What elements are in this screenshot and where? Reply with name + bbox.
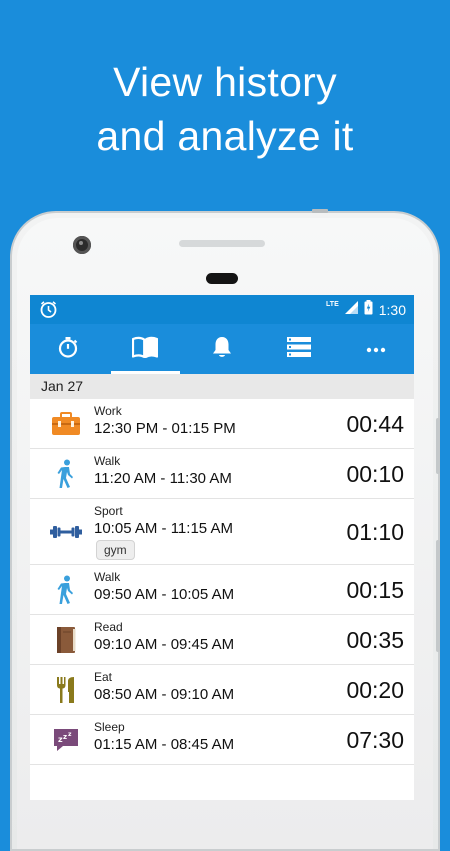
walk-icon: [50, 459, 82, 488]
entry-duration: 00:44: [346, 411, 404, 437]
entry-duration: 01:10: [346, 519, 404, 545]
date-header: Jan 27: [30, 374, 414, 399]
svg-text:z: z: [68, 731, 72, 738]
sleep-icon: z z z: [50, 726, 82, 754]
entry-activity: Work: [94, 404, 122, 418]
stopwatch-icon: [56, 335, 80, 364]
history-entry[interactable]: Work 12:30 PM - 01:15 PM 00:44: [30, 399, 414, 449]
tab-activities[interactable]: [260, 324, 337, 374]
tab-bar: [30, 324, 414, 374]
battery-icon: [364, 299, 373, 320]
signal-icon: [344, 300, 358, 319]
headline: View history and analyze it: [0, 55, 450, 163]
tab-more[interactable]: [337, 324, 414, 374]
headline-line-1: View history: [113, 59, 337, 105]
dumbbell-icon: [50, 518, 82, 546]
front-camera: [73, 236, 91, 254]
toolbox-icon: [50, 410, 82, 438]
entry-time-range: 09:50 AM - 10:05 AM: [94, 586, 235, 603]
entry-duration: 00:20: [346, 677, 404, 703]
history-entry[interactable]: Walk 09:50 AM - 10:05 AM 00:15: [30, 565, 414, 615]
phone-side-button: [436, 418, 440, 474]
book-read-icon: [50, 626, 82, 654]
entry-tag[interactable]: gym: [96, 540, 135, 560]
headline-line-2: and analyze it: [96, 113, 354, 159]
history-entry[interactable]: Sport 10:05 AM - 11:15 AM gym 01:10: [30, 499, 414, 565]
entry-activity: Read: [94, 620, 123, 634]
tab-reminders[interactable]: [184, 324, 261, 374]
bell-icon: [211, 335, 233, 364]
app-screen: LTE 1:30 Jan 27 Work 12:30 PM - 01:15 PM…: [30, 295, 414, 800]
entry-time-range: 11:20 AM - 11:30 AM: [94, 470, 232, 487]
phone-top-edge: [312, 209, 328, 213]
entry-duration: 07:30: [346, 727, 404, 753]
earpiece: [206, 273, 238, 284]
entry-activity: Sport: [94, 504, 123, 518]
network-type: LTE: [326, 301, 339, 308]
entry-activity: Eat: [94, 670, 113, 684]
list-icon: [286, 336, 311, 362]
history-entry[interactable]: Read 09:10 AM - 09:45 AM 00:35: [30, 615, 414, 665]
clock-time: 1:30: [378, 301, 406, 318]
history-entry[interactable]: Walk 11:20 AM - 11:30 AM 00:10: [30, 449, 414, 499]
speaker-grill: [179, 240, 265, 247]
entry-activity: Sleep: [94, 720, 125, 734]
alarm-clock-icon: [39, 300, 58, 324]
walk-icon: [50, 575, 82, 604]
history-entry[interactable]: Eat 08:50 AM - 09:10 AM 00:20: [30, 665, 414, 715]
more-icon: [366, 340, 386, 358]
utensils-icon: [50, 676, 82, 704]
entry-time-range: 08:50 AM - 09:10 AM: [94, 686, 235, 703]
entry-time-range: 09:10 AM - 09:45 AM: [94, 636, 235, 653]
history-entry[interactable]: z z z Sleep 01:15 AM - 08:45 AM 07:30: [30, 715, 414, 765]
status-bar: LTE 1:30: [30, 295, 414, 324]
entry-activity: Walk: [94, 570, 121, 584]
entry-duration: 00:35: [346, 627, 404, 653]
entry-time-range: 12:30 PM - 01:15 PM: [94, 420, 236, 437]
tab-timer[interactable]: [30, 324, 107, 374]
book-icon: [132, 336, 159, 363]
history-list: Work 12:30 PM - 01:15 PM 00:44 Walk 11:2…: [30, 399, 414, 765]
entry-time-range: 10:05 AM - 11:15 AM: [94, 520, 233, 537]
entry-time-range: 01:15 AM - 08:45 AM: [94, 736, 235, 753]
entry-duration: 00:10: [346, 461, 404, 487]
entry-activity: Walk: [94, 454, 121, 468]
svg-text:z: z: [63, 733, 67, 741]
entry-duration: 00:15: [346, 577, 404, 603]
phone-side-button: [436, 540, 440, 652]
tab-history[interactable]: [107, 324, 184, 374]
